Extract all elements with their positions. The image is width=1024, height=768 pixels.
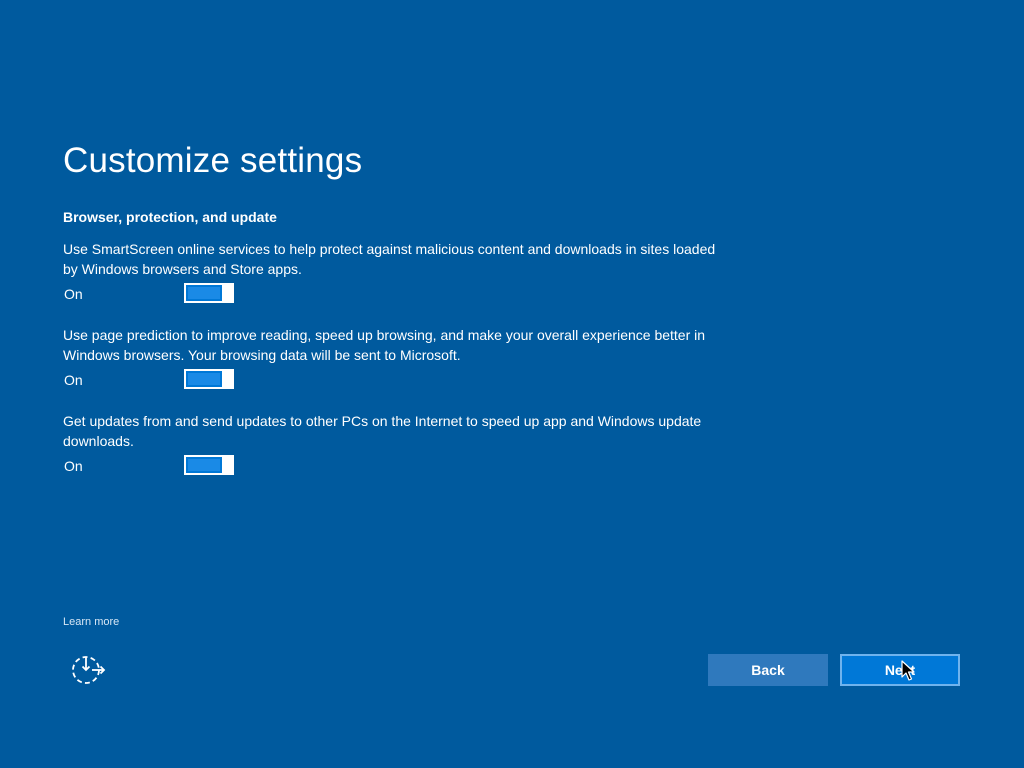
toggle-knob [222,369,232,389]
toggle-track [188,459,220,471]
ease-of-access-icon[interactable] [70,654,106,686]
setup-page: Customize settings Browser, protection, … [0,0,1024,768]
toggle-row: On [63,455,723,477]
setting-description: Get updates from and send updates to oth… [63,413,702,449]
smartscreen-toggle[interactable] [184,283,234,303]
page-title: Customize settings [63,141,363,180]
toggle-knob [222,455,232,475]
toggle-row: On [63,283,723,305]
setting-description: Use page prediction to improve reading, … [63,327,706,363]
setting-smartscreen: Use SmartScreen online services to help … [63,239,723,305]
next-button[interactable]: Next [840,654,960,686]
setting-description: Use SmartScreen online services to help … [63,241,716,277]
toggle-state-label: On [64,286,83,302]
back-button[interactable]: Back [708,654,828,686]
page-prediction-toggle[interactable] [184,369,234,389]
section-heading: Browser, protection, and update [63,209,277,225]
toggle-state-label: On [64,372,83,388]
setting-page-prediction: Use page prediction to improve reading, … [63,325,723,391]
toggle-state-label: On [64,458,83,474]
setting-delivery-optimization: Get updates from and send updates to oth… [63,411,723,477]
toggle-track [188,373,220,385]
learn-more-link[interactable]: Learn more [63,616,119,628]
toggle-knob [222,283,232,303]
toggle-track [188,287,220,299]
update-delivery-toggle[interactable] [184,455,234,475]
toggle-row: On [63,369,723,391]
